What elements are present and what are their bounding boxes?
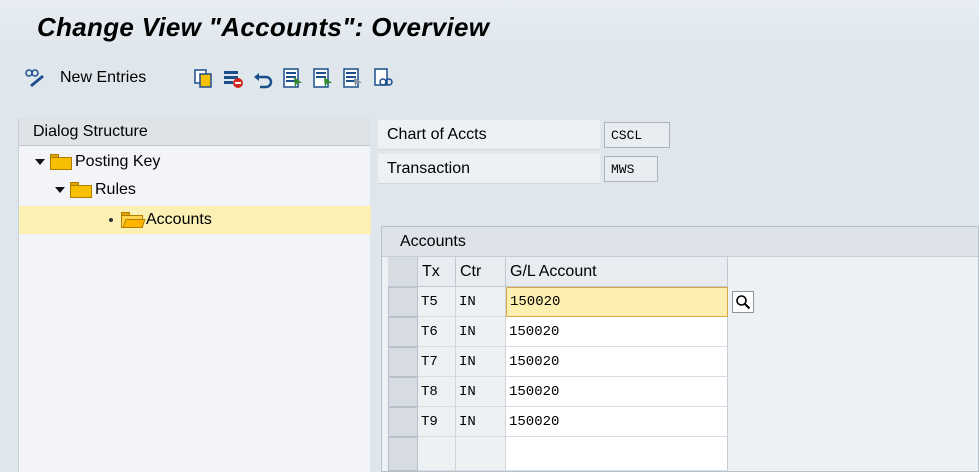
application-toolbar: New Entries <box>0 52 979 110</box>
tree-item-posting-key[interactable]: Posting Key <box>19 148 371 176</box>
column-header-gl-account[interactable]: G/L Account <box>506 257 728 287</box>
deselect-all-icon <box>342 67 364 89</box>
bullet-icon <box>109 218 113 222</box>
magnifier-icon <box>736 295 751 310</box>
main-content: Chart of Accts CSCL Transaction MWS Acco… <box>378 118 979 472</box>
cell-tx: T6 <box>418 317 456 347</box>
row-selector[interactable] <box>388 347 418 377</box>
chart-of-accts-field: CSCL <box>604 122 670 148</box>
title-bar: Change View "Accounts": Overview <box>0 0 979 52</box>
transaction-label: Transaction <box>378 154 600 184</box>
undo-icon <box>252 67 274 89</box>
column-header-ctr[interactable]: Ctr <box>456 257 506 287</box>
row-selector[interactable] <box>388 377 418 407</box>
folder-icon <box>50 154 72 170</box>
row-selector[interactable] <box>388 317 418 347</box>
folder-icon <box>70 182 92 198</box>
table-title: Accounts <box>382 227 978 257</box>
select-all-button[interactable] <box>282 65 304 91</box>
cell-ctr: IN <box>456 377 506 407</box>
print-field-button[interactable] <box>372 65 394 91</box>
row-selector[interactable] <box>388 287 418 317</box>
gl-account-input-empty[interactable] <box>506 437 728 471</box>
open-folder-icon <box>121 212 146 228</box>
column-header-tx[interactable]: Tx <box>418 257 456 287</box>
delete-button[interactable] <box>222 65 244 91</box>
undo-button[interactable] <box>252 65 274 91</box>
display-change-icon <box>24 67 46 89</box>
copy-button[interactable] <box>192 65 214 91</box>
cell-tx: T5 <box>418 287 456 317</box>
row-selector[interactable] <box>388 437 418 471</box>
tree-item-accounts[interactable]: Accounts <box>19 206 371 234</box>
row-selector[interactable] <box>388 407 418 437</box>
transaction-row: Transaction MWS <box>378 154 678 184</box>
gl-account-input[interactable]: 150020 <box>506 317 728 347</box>
select-block-button[interactable] <box>312 65 334 91</box>
cell-tx: T9 <box>418 407 456 437</box>
dialog-structure-panel: Dialog Structure Posting Key Rules Accou… <box>18 118 371 472</box>
new-entries-label: New Entries <box>60 69 147 86</box>
search-help-button[interactable] <box>732 291 754 313</box>
cell-ctr: IN <box>456 287 506 317</box>
cell-ctr-empty <box>456 437 506 471</box>
gl-account-input[interactable]: 150020 <box>506 377 728 407</box>
chart-of-accts-row: Chart of Accts CSCL <box>378 120 678 150</box>
tree-item-label: Accounts <box>146 211 212 228</box>
deselect-all-button[interactable] <box>342 65 364 91</box>
cell-ctr: IN <box>456 317 506 347</box>
display-change-button[interactable] <box>24 65 46 91</box>
accounts-table: Accounts Tx Ctr G/L Account T5 IN 150020… <box>381 226 979 472</box>
new-entries-button[interactable]: New Entries <box>60 65 146 91</box>
cell-tx: T8 <box>418 377 456 407</box>
delete-icon <box>222 67 244 89</box>
sap-window: Change View "Accounts": Overview New Ent… <box>0 0 979 472</box>
cell-tx: T7 <box>418 347 456 377</box>
expand-arrow-icon[interactable] <box>55 187 65 193</box>
copy-icon <box>192 67 214 89</box>
select-block-icon <box>312 67 334 89</box>
tree-item-label: Posting Key <box>75 153 161 170</box>
select-all-rows-button[interactable] <box>388 257 418 287</box>
cell-ctr: IN <box>456 347 506 377</box>
chart-of-accts-label: Chart of Accts <box>378 120 600 150</box>
dialog-structure-header: Dialog Structure <box>19 118 370 146</box>
select-all-icon <box>282 67 304 89</box>
tree-item-label: Rules <box>95 181 136 198</box>
tree-item-rules[interactable]: Rules <box>19 176 371 204</box>
page-title: Change View "Accounts": Overview <box>37 12 490 42</box>
transaction-field: MWS <box>604 156 658 182</box>
gl-account-input[interactable]: 150020 <box>506 407 728 437</box>
print-field-icon <box>372 67 394 89</box>
gl-account-input[interactable]: 150020 <box>506 347 728 377</box>
cell-ctr: IN <box>456 407 506 437</box>
expand-arrow-icon[interactable] <box>35 159 45 165</box>
gl-account-input[interactable]: 150020 <box>506 287 728 317</box>
cell-tx-empty <box>418 437 456 471</box>
